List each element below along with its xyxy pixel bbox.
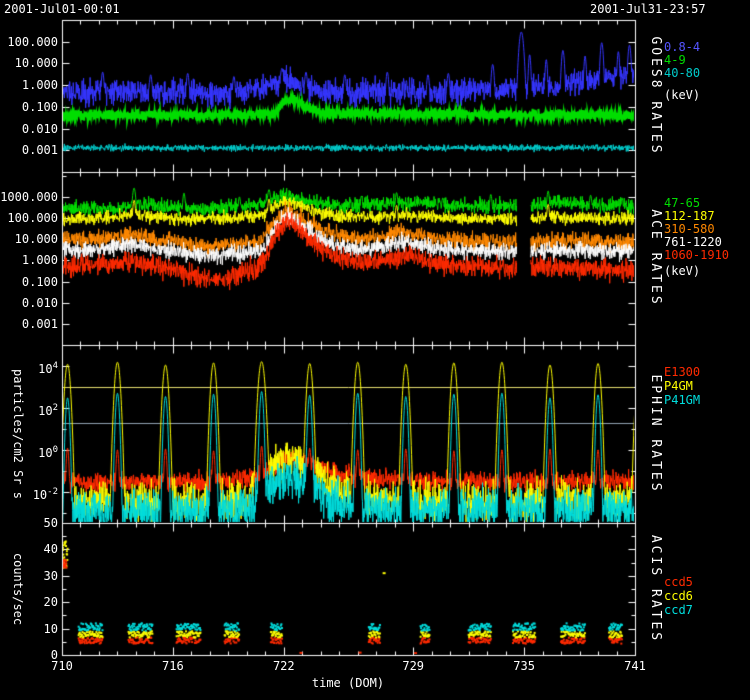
legend-ccd6: ccd6 — [664, 589, 693, 603]
y-tick-label: 50 — [0, 516, 58, 530]
legend-761-1220: 761-1220 — [664, 235, 722, 249]
y-tick-label: 0.001 — [0, 317, 58, 331]
legend-p4gm: P4GM — [664, 379, 693, 393]
legend-47-65: 47-65 — [664, 196, 700, 210]
y-tick-label: 100 — [0, 443, 58, 460]
legend-e1300: E1300 — [664, 365, 700, 379]
y-tick-label: 10 — [0, 622, 58, 636]
x-tick-label: 729 — [395, 659, 431, 673]
end-date-label: 2001-Jul31-23:57 — [590, 2, 706, 16]
legend-112-187: 112-187 — [664, 209, 715, 223]
y-tick-label: 10.000 — [0, 56, 58, 70]
acis-y-axis-label: counts/sec — [10, 553, 25, 625]
y-tick-label: 10.000 — [0, 232, 58, 246]
x-tick-label: 710 — [44, 659, 80, 673]
y-tick-label: 104 — [0, 359, 58, 376]
legend-p41gm: P41GM — [664, 393, 700, 407]
legend-1060-1910: 1060-1910 — [664, 248, 729, 262]
start-date-label: 2001-Jul01-00:01 — [4, 2, 120, 16]
y-tick-label: 1.000 — [0, 253, 58, 267]
y-tick-label: 0.010 — [0, 122, 58, 136]
y-tick-label: 0.100 — [0, 100, 58, 114]
y-tick-label: 0.001 — [0, 143, 58, 157]
x-tick-label: 741 — [617, 659, 653, 673]
legend-ccd5: ccd5 — [664, 575, 693, 589]
ephin-y-axis-label: particles/cm2 Sr s — [10, 369, 25, 499]
y-tick-label: 100.000 — [0, 35, 58, 49]
y-tick-label: 0.100 — [0, 275, 58, 289]
x-axis-title: time (DOM) — [288, 676, 408, 690]
y-tick-label: 10-2 — [0, 485, 58, 502]
plot-canvas — [0, 0, 750, 700]
y-tick-label: 1.000 — [0, 78, 58, 92]
legend-4-9: 4-9 — [664, 53, 686, 67]
y-tick-label: 1000.000 — [0, 190, 58, 204]
legend--kev-: (keV) — [664, 88, 700, 102]
legend-ccd7: ccd7 — [664, 603, 693, 617]
x-tick-label: 735 — [506, 659, 542, 673]
y-tick-label: 100.000 — [0, 211, 58, 225]
y-tick-label: 30 — [0, 569, 58, 583]
panel-acis-title: ACIS RATES — [647, 535, 663, 643]
y-tick-label: 20 — [0, 595, 58, 609]
panel-ephin-title: EPHIN RATES — [647, 374, 663, 493]
y-tick-label: 40 — [0, 542, 58, 556]
panel-goes8-title: GOES8 RATES — [647, 36, 663, 155]
space-weather-rates-plot: 2001-Jul01-00:01 2001-Jul31-23:57 GOES8 … — [0, 0, 750, 700]
x-tick-label: 716 — [155, 659, 191, 673]
legend-40-80: 40-80 — [664, 66, 700, 80]
panel-ace-title: ACE RATES — [647, 209, 663, 306]
legend--kev-: (keV) — [664, 264, 700, 278]
legend-0-8-4: 0.8-4 — [664, 40, 700, 54]
legend-310-580: 310-580 — [664, 222, 715, 236]
y-tick-label: 102 — [0, 401, 58, 418]
y-tick-label: 0.010 — [0, 296, 58, 310]
x-tick-label: 722 — [266, 659, 302, 673]
